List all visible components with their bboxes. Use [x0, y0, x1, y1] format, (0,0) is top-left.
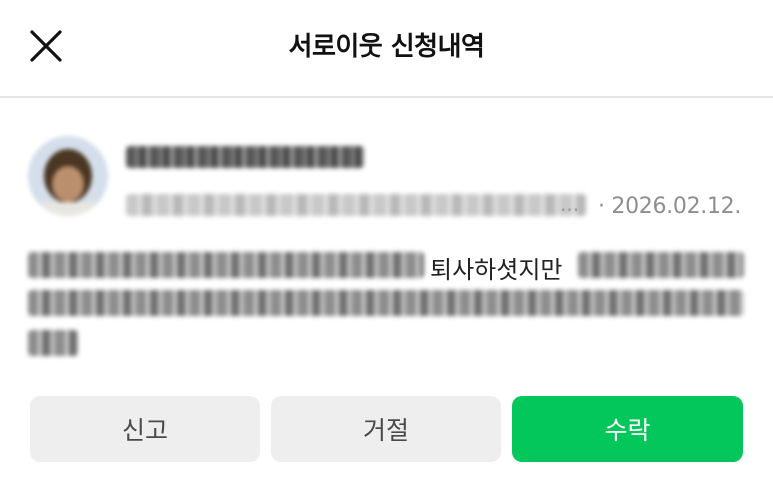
- message-redacted-line-2: [28, 290, 744, 316]
- accept-button[interactable]: 수락: [512, 396, 743, 462]
- message-visible-text: 퇴사하셧지만: [430, 256, 563, 284]
- avatar[interactable]: [28, 136, 108, 216]
- reject-button[interactable]: 거절: [271, 396, 501, 462]
- message-redacted-line-1a: [28, 252, 424, 278]
- requester-blog-redacted: [126, 194, 586, 216]
- blog-ellipsis: ...: [560, 192, 580, 216]
- header-bar: 서로이웃 신청내역: [0, 0, 773, 98]
- page-title: 서로이웃 신청내역: [288, 32, 485, 62]
- message-redacted-line-3: [28, 330, 78, 356]
- neighbor-request-page: 서로이웃 신청내역 ... · 2026.02.12. 퇴사하셧지만 신고 거절…: [0, 0, 773, 499]
- request-date: · 2026.02.12.: [598, 194, 742, 219]
- avatar-image: [28, 136, 108, 216]
- requester-name-redacted[interactable]: [126, 146, 364, 168]
- report-button[interactable]: 신고: [30, 396, 260, 462]
- message-redacted-line-1b: [578, 252, 744, 278]
